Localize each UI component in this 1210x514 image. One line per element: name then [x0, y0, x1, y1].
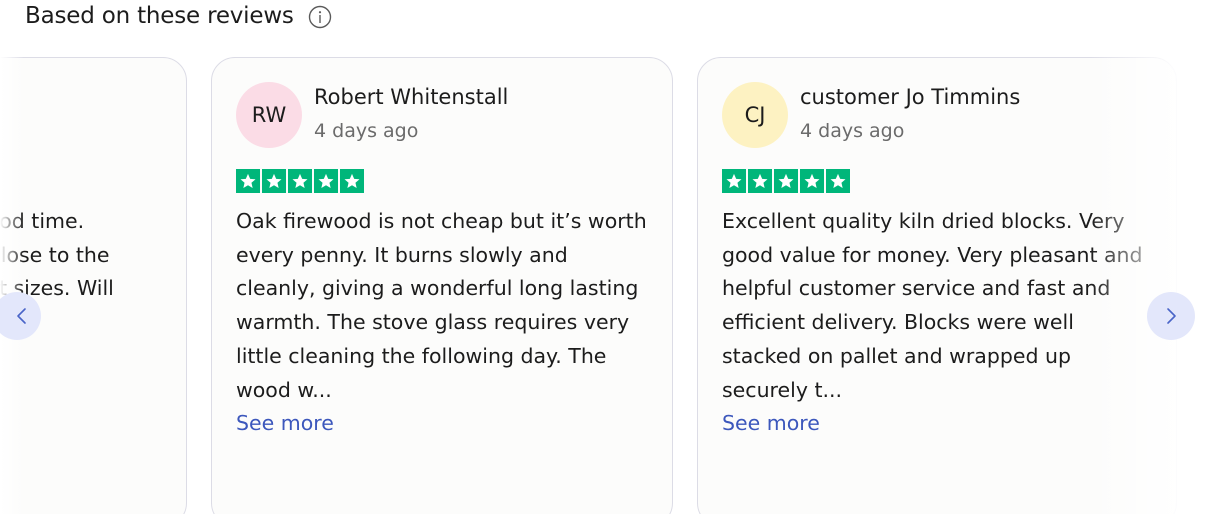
star-icon: [748, 169, 772, 193]
star-rating: [722, 169, 1156, 193]
avatar: CJ: [722, 82, 788, 148]
star-icon: [826, 169, 850, 193]
review-date: 4 days ago: [314, 120, 419, 142]
reviewer-info: CJ customer Jo Timmins 4 days ago: [722, 82, 1156, 148]
chevron-right-icon: [1163, 306, 1179, 326]
see-more-link[interactable]: See more: [236, 407, 334, 441]
reviewer-name: Robert Whitenstall: [314, 85, 509, 109]
section-header: Based on these reviews: [25, 2, 332, 29]
avatar-initials: RW: [251, 103, 287, 127]
star-icon: [340, 169, 364, 193]
star-rating: [236, 169, 652, 193]
section-title: Based on these reviews: [25, 2, 294, 29]
star-icon: [800, 169, 824, 193]
star-icon: [722, 169, 746, 193]
avatar-initials: CJ: [744, 103, 766, 127]
review-text: Excellent quality kiln dried blocks. Ver…: [722, 209, 1143, 402]
review-card[interactable]: RW Robert Whitenstall 4 days ago Oak fir…: [211, 57, 673, 514]
review-text: Oak firewood is not cheap but it’s worth…: [236, 209, 647, 402]
reviewer-info: RW Robert Whitenstall 4 days ago: [236, 82, 652, 148]
see-more-link[interactable]: See more: [722, 407, 820, 441]
star-icon: [314, 169, 338, 193]
avatar: RW: [236, 82, 302, 148]
review-date: 4 days ago: [800, 120, 905, 142]
star-icon: [288, 169, 312, 193]
chevron-left-icon: [14, 306, 30, 326]
info-icon[interactable]: [308, 5, 332, 29]
reviews-section: Based on these reviews Arrived promptly …: [0, 0, 1210, 514]
review-card-partial[interactable]: Arrived promptly and in good time. Deliv…: [0, 57, 187, 514]
reviewer-name: customer Jo Timmins: [800, 85, 1021, 109]
star-icon: [262, 169, 286, 193]
reviews-carousel: Arrived promptly and in good time. Deliv…: [0, 57, 1210, 514]
review-card[interactable]: CJ customer Jo Timmins 4 days ago Excell…: [697, 57, 1177, 514]
carousel-next-button[interactable]: [1147, 292, 1195, 340]
star-icon: [236, 169, 260, 193]
star-icon: [774, 169, 798, 193]
